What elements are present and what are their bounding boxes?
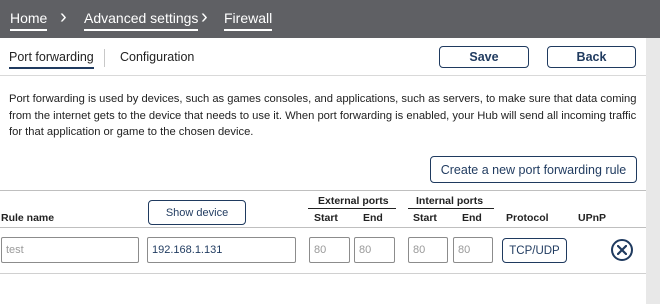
internal-start-header: Start xyxy=(413,212,437,224)
close-circle-icon[interactable] xyxy=(611,239,633,261)
upnp-header: UPnP xyxy=(578,212,607,224)
external-start-header: Start xyxy=(314,212,338,224)
tab-divider xyxy=(104,49,105,67)
external-start-input[interactable]: 80 xyxy=(309,237,350,263)
section-divider xyxy=(0,190,646,191)
show-device-button[interactable]: Show device xyxy=(148,200,246,225)
chevron-right-icon: › xyxy=(201,6,208,28)
back-button[interactable]: Back xyxy=(547,46,636,68)
breadcrumb: Home › Advanced settings › Firewall xyxy=(0,0,660,38)
device-input[interactable]: 192.168.1.131 xyxy=(147,237,296,263)
scrollbar[interactable] xyxy=(646,38,660,304)
table-row-bottom-border xyxy=(0,273,646,274)
internal-start-input[interactable]: 80 xyxy=(408,237,448,263)
protocol-header: Protocol xyxy=(506,212,549,224)
port-forwarding-description: Port forwarding is used by devices, such… xyxy=(9,93,637,138)
breadcrumb-home[interactable]: Home xyxy=(10,10,48,31)
external-end-input[interactable]: 80 xyxy=(354,237,395,263)
external-ports-header: External ports xyxy=(318,195,389,207)
breadcrumb-advanced-settings[interactable]: Advanced settings xyxy=(84,10,199,31)
rule-name-header: Rule name xyxy=(1,212,55,224)
internal-end-header: End xyxy=(462,212,482,224)
tab-configuration[interactable]: Configuration xyxy=(120,50,194,67)
chevron-right-icon: › xyxy=(60,6,67,28)
create-port-forwarding-rule-button[interactable]: Create a new port forwarding rule xyxy=(430,156,637,183)
tabs-divider xyxy=(0,75,646,76)
table-header-divider xyxy=(0,227,646,228)
tab-port-forwarding[interactable]: Port forwarding xyxy=(9,50,94,69)
close-icon xyxy=(617,245,627,255)
external-end-header: End xyxy=(363,212,383,224)
breadcrumb-firewall: Firewall xyxy=(224,10,273,31)
rule-name-input[interactable]: test xyxy=(1,237,139,263)
save-button[interactable]: Save xyxy=(439,46,529,68)
internal-ports-header: Internal ports xyxy=(416,195,484,207)
internal-ports-underline xyxy=(408,208,494,209)
external-ports-underline xyxy=(308,208,396,209)
main-panel: Port forwarding Configuration Save Back … xyxy=(0,38,646,304)
internal-end-input[interactable]: 80 xyxy=(453,237,493,263)
protocol-select[interactable]: TCP/UDP xyxy=(502,238,567,263)
